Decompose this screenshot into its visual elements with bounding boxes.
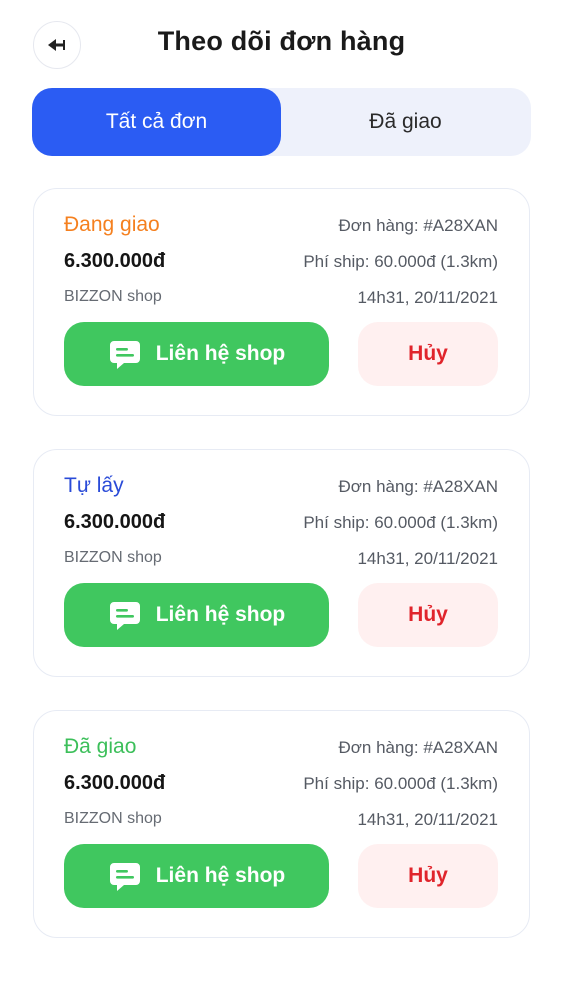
contact-shop-button[interactable]: Liên hệ shop <box>64 322 329 386</box>
order-number: Đơn hàng: #A28XAN <box>338 738 498 757</box>
shop-name: BIZZON shop <box>64 810 162 827</box>
chat-icon <box>109 341 140 369</box>
order-status: Đã giao <box>64 735 137 758</box>
shipping-fee: Phí ship: 60.000đ (1.3km) <box>303 774 498 793</box>
shop-name: BIZZON shop <box>64 288 162 305</box>
contact-shop-button[interactable]: Liên hệ shop <box>64 583 329 647</box>
contact-shop-label: Liên hệ shop <box>155 342 286 365</box>
order-status: Đang giao <box>64 213 160 236</box>
order-time: 14h31, 20/11/2021 <box>357 288 498 307</box>
contact-shop-label: Liên hệ shop <box>155 603 286 626</box>
order-filter-tabs: Tất cả đơn Đã giao <box>32 88 531 156</box>
chat-icon <box>109 863 140 891</box>
order-number: Đơn hàng: #A28XAN <box>338 477 498 496</box>
order-status: Tự lấy <box>64 474 124 497</box>
order-price: 6.300.000đ <box>64 250 166 272</box>
order-number: Đơn hàng: #A28XAN <box>338 216 498 235</box>
order-card[interactable]: Đang giao Đơn hàng: #A28XAN 6.300.000đ P… <box>33 188 530 416</box>
contact-shop-label: Liên hệ shop <box>155 864 286 887</box>
order-time: 14h31, 20/11/2021 <box>357 549 498 568</box>
tab-delivered[interactable]: Đã giao <box>281 88 530 156</box>
order-card[interactable]: Tự lấy Đơn hàng: #A28XAN 6.300.000đ Phí … <box>33 449 530 677</box>
cancel-order-button[interactable]: Hủy <box>358 844 498 908</box>
order-price: 6.300.000đ <box>64 511 166 533</box>
page-title: Theo dõi đơn hàng <box>157 26 406 56</box>
cancel-order-button[interactable]: Hủy <box>358 583 498 647</box>
shipping-fee: Phí ship: 60.000đ (1.3km) <box>303 252 498 271</box>
contact-shop-button[interactable]: Liên hệ shop <box>64 844 329 908</box>
order-price: 6.300.000đ <box>64 772 166 794</box>
cancel-order-button[interactable]: Hủy <box>358 322 498 386</box>
tab-all-orders[interactable]: Tất cả đơn <box>32 88 281 156</box>
shop-name: BIZZON shop <box>64 549 162 566</box>
shipping-fee: Phí ship: 60.000đ (1.3km) <box>303 513 498 532</box>
app-header: Theo dõi đơn hàng <box>0 0 563 88</box>
order-time: 14h31, 20/11/2021 <box>357 810 498 829</box>
chat-icon <box>109 602 140 630</box>
order-list: Đang giao Đơn hàng: #A28XAN 6.300.000đ P… <box>33 188 530 971</box>
order-card[interactable]: Đã giao Đơn hàng: #A28XAN 6.300.000đ Phí… <box>33 710 530 938</box>
